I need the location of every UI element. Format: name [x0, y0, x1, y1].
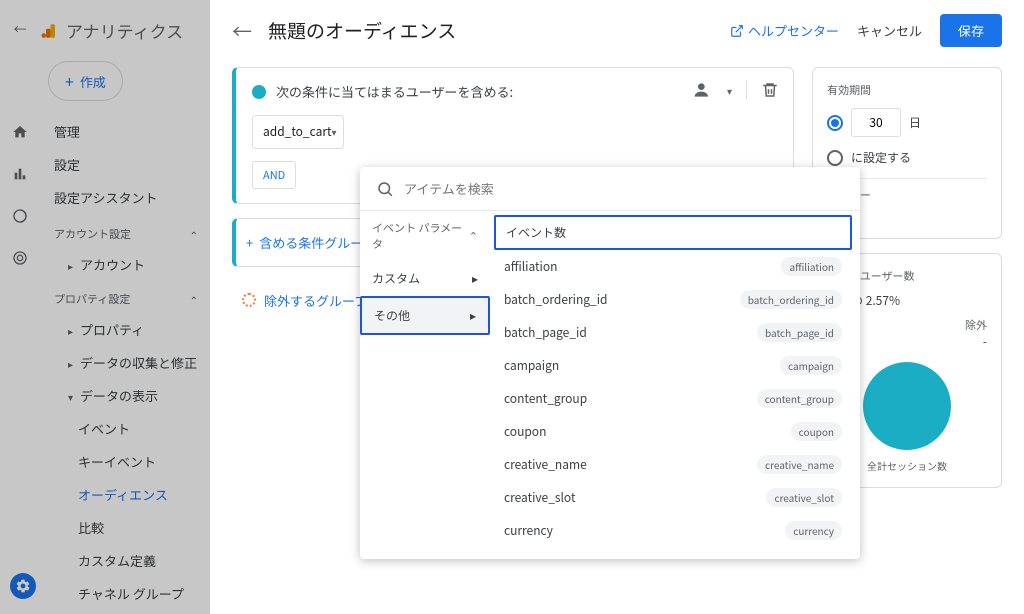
- list-item[interactable]: batch_page_idbatch_page_id: [494, 316, 852, 349]
- open-in-new-icon: [730, 24, 744, 38]
- create-button[interactable]: + 作成: [48, 61, 123, 101]
- sidebar-section-admin: 管理 設定 設定アシスタント: [40, 113, 210, 216]
- sidebar-item-account[interactable]: ▸ アカウント: [40, 248, 210, 281]
- radio-unselected[interactable]: [827, 150, 843, 166]
- parameter-popover: イベント パラメータ ⌃ カスタム ▸ その他 ▸ イベント数 affiliat…: [360, 167, 860, 559]
- sidebar-item-key-events[interactable]: キーイベント: [40, 445, 210, 478]
- chevron-right-icon: ▸: [68, 323, 73, 338]
- sidebar-item-assistant[interactable]: 設定アシスタント: [40, 181, 210, 214]
- chevron-right-icon: ▸: [470, 307, 476, 324]
- popover-body: イベント パラメータ ⌃ カスタム ▸ その他 ▸ イベント数 affiliat…: [360, 211, 860, 551]
- category-header: イベント パラメータ ⌃: [360, 211, 490, 261]
- radio-selected[interactable]: [827, 115, 843, 131]
- include-dot-icon: [252, 85, 266, 99]
- create-button-label: 作成: [80, 72, 106, 91]
- sidebar-item-settings[interactable]: 設定: [40, 148, 210, 181]
- sidebar-item-channel-group[interactable]: チャネル グループ: [40, 577, 210, 610]
- search-icon: [376, 180, 394, 198]
- chevron-right-icon: ▸: [68, 258, 73, 273]
- sidebar-heading-property: プロパティ設定 ⌃: [40, 281, 210, 313]
- popover-search: [360, 167, 860, 211]
- list-item[interactable]: creative_namecreative_name: [494, 448, 852, 481]
- reports-icon[interactable]: [10, 164, 30, 184]
- list-item[interactable]: batch_ordering_idbatch_ordering_id: [494, 283, 852, 316]
- event-select-label: add_to_cart: [263, 124, 332, 140]
- chevron-down-icon: ▾: [68, 389, 73, 404]
- brand: アナリティクス: [40, 10, 210, 57]
- delete-icon[interactable]: [761, 81, 779, 99]
- main-header-left: ← 無題のオーディエンス: [232, 16, 456, 45]
- popover-categories: イベント パラメータ ⌃ カスタム ▸ その他 ▸: [360, 211, 490, 551]
- main-header: ← 無題のオーディエンス ヘルプセンター キャンセル 保存: [210, 0, 1024, 61]
- sidebar-item-data-display[interactable]: ▾ データの表示: [40, 379, 210, 412]
- explore-icon[interactable]: [10, 206, 30, 226]
- list-item[interactable]: creative_slotcreative_slot: [494, 481, 852, 514]
- search-input[interactable]: [404, 179, 844, 198]
- set-limit-label: に設定する: [851, 149, 911, 166]
- chevron-right-icon: ▸: [68, 356, 73, 371]
- nav-rail: ←: [0, 0, 40, 614]
- divider: [746, 80, 747, 100]
- exclude-circle-icon: [242, 293, 256, 307]
- chevron-down-icon[interactable]: ▾: [727, 83, 732, 98]
- sidebar-item-audiences[interactable]: オーディエンス: [40, 478, 210, 511]
- main-header-right: ヘルプセンター キャンセル 保存: [730, 14, 1002, 47]
- sidebar: アナリティクス + 作成 管理 設定 設定アシスタント アカウント設定 ⌃ ▸ …: [40, 0, 210, 614]
- advertising-icon[interactable]: [10, 248, 30, 268]
- app-root: ← アナリティクス + 作成 管理 設定: [0, 0, 1024, 614]
- sidebar-item-compare[interactable]: 比較: [40, 511, 210, 544]
- save-button[interactable]: 保存: [940, 14, 1002, 47]
- page-title: 無題のオーディエンス: [268, 17, 456, 44]
- sidebar-heading-account: アカウント設定 ⌃: [40, 216, 210, 248]
- sidebar-item-admin[interactable]: 管理: [40, 115, 210, 148]
- home-icon[interactable]: [10, 122, 30, 142]
- back-arrow-icon[interactable]: ←: [232, 16, 252, 45]
- chevron-up-icon[interactable]: ⌃: [469, 228, 478, 244]
- sidebar-item-custom-def[interactable]: カスタム定義: [40, 544, 210, 577]
- list-item[interactable]: content_groupcontent_group: [494, 382, 852, 415]
- list-item[interactable]: campaigncampaign: [494, 349, 852, 382]
- and-button[interactable]: AND: [252, 161, 296, 189]
- category-other[interactable]: その他 ▸: [360, 296, 490, 335]
- sidebar-item-property[interactable]: ▸ プロパティ: [40, 313, 210, 346]
- sidebar-item-data-collection[interactable]: ▸ データの収集と修正: [40, 346, 210, 379]
- plus-icon: +: [246, 233, 253, 252]
- duration-heading: 有効期間: [827, 82, 987, 98]
- category-custom[interactable]: カスタム ▸: [360, 261, 490, 296]
- condition-actions: ▾: [693, 80, 779, 100]
- chevron-right-icon: ▸: [472, 270, 478, 287]
- list-item[interactable]: currencycurrency: [494, 514, 852, 547]
- popover-list: イベント数 affiliationaffiliation batch_order…: [490, 211, 860, 551]
- chevron-up-icon[interactable]: ⌃: [190, 227, 198, 242]
- brand-text: アナリティクス: [66, 18, 183, 43]
- duration-row-2: に設定する: [827, 149, 987, 166]
- chevron-down-icon: ▾: [332, 124, 337, 139]
- duration-row: 日: [827, 108, 987, 137]
- cancel-button[interactable]: キャンセル: [857, 21, 922, 40]
- condition-title: 次の条件に当てはまるユーザーを含める:: [276, 82, 513, 101]
- plus-icon: +: [65, 69, 74, 93]
- list-item-event-count[interactable]: イベント数: [494, 215, 852, 250]
- admin-gear-icon[interactable]: [10, 573, 36, 599]
- help-link[interactable]: ヘルプセンター: [730, 21, 839, 40]
- scope-user-icon[interactable]: [693, 80, 713, 100]
- list-item[interactable]: couponcoupon: [494, 415, 852, 448]
- duration-input[interactable]: [851, 108, 901, 137]
- summary-circle-icon: [863, 362, 951, 450]
- list-item[interactable]: affiliationaffiliation: [494, 250, 852, 283]
- sidebar-item-events[interactable]: イベント: [40, 412, 210, 445]
- chevron-up-icon[interactable]: ⌃: [190, 292, 198, 307]
- event-select[interactable]: add_to_cart ▾: [252, 115, 344, 149]
- back-arrow-rail[interactable]: ←: [10, 18, 30, 38]
- duration-unit: 日: [909, 114, 921, 131]
- analytics-logo-icon: [40, 22, 58, 40]
